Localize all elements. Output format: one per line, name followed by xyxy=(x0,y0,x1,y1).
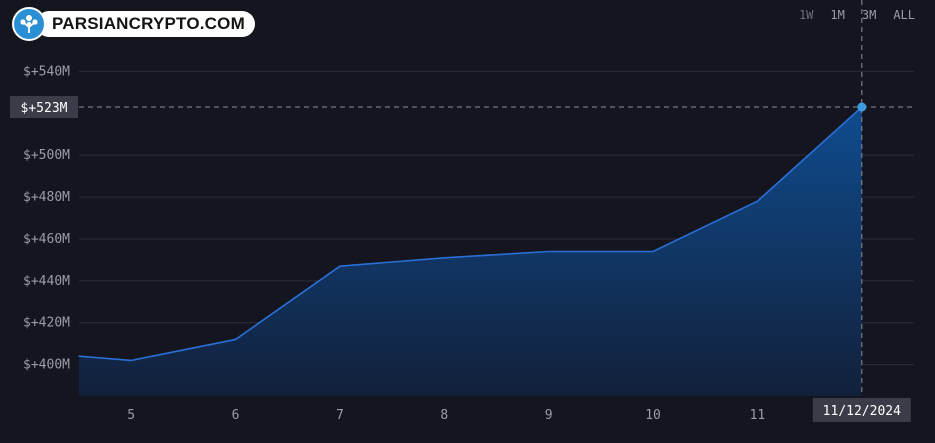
data-point xyxy=(652,250,654,253)
range-1m-button[interactable]: 1M xyxy=(830,8,844,22)
data-point xyxy=(756,200,759,202)
data-point xyxy=(548,250,550,253)
x-tick-label: 7 xyxy=(336,408,344,423)
x-tick-label: 5 xyxy=(127,408,135,423)
y-tick-label: $+420M xyxy=(23,316,70,331)
y-tick-label: $+540M xyxy=(23,64,70,79)
x-tick-label: 11 xyxy=(750,408,766,423)
data-point xyxy=(78,355,80,357)
data-point xyxy=(339,265,341,267)
crosshair-y-label: $+523M xyxy=(21,101,68,116)
area-chart[interactable]: $+400M $+420M $+440M $+460M $+480M $+500M $+54… xyxy=(0,0,935,443)
range-1w-button[interactable]: 1W xyxy=(799,8,813,22)
data-point xyxy=(234,338,237,341)
x-tick-label: 6 xyxy=(232,408,240,423)
tree-icon xyxy=(12,7,46,41)
y-tick-label: $+400M xyxy=(23,358,70,373)
x-tick-label: 9 xyxy=(545,408,553,423)
brand-logo[interactable]: PARSIANCRYPTO.COM xyxy=(12,7,255,41)
data-point xyxy=(443,257,445,259)
crosshair-x-label: 11/12/2024 xyxy=(823,404,901,419)
y-tick-label: $+480M xyxy=(23,190,70,205)
y-tick-label: $+440M xyxy=(23,274,70,289)
x-tick-label: 8 xyxy=(440,408,448,423)
area-series xyxy=(78,106,863,396)
y-tick-label: $+500M xyxy=(23,148,70,163)
time-range-selector: 1W 1M 3M ALL xyxy=(799,8,915,22)
range-3m-button[interactable]: 3M xyxy=(862,8,876,22)
data-point xyxy=(130,359,132,361)
brand-name: PARSIANCRYPTO.COM xyxy=(36,11,255,37)
area-fill xyxy=(79,107,862,396)
y-tick-label: $+460M xyxy=(23,232,70,247)
crosshair-marker xyxy=(857,102,867,112)
x-tick-label: 10 xyxy=(645,408,661,423)
range-all-button[interactable]: ALL xyxy=(893,8,915,22)
x-axis: 5 6 7 8 9 10 11 xyxy=(127,408,765,423)
